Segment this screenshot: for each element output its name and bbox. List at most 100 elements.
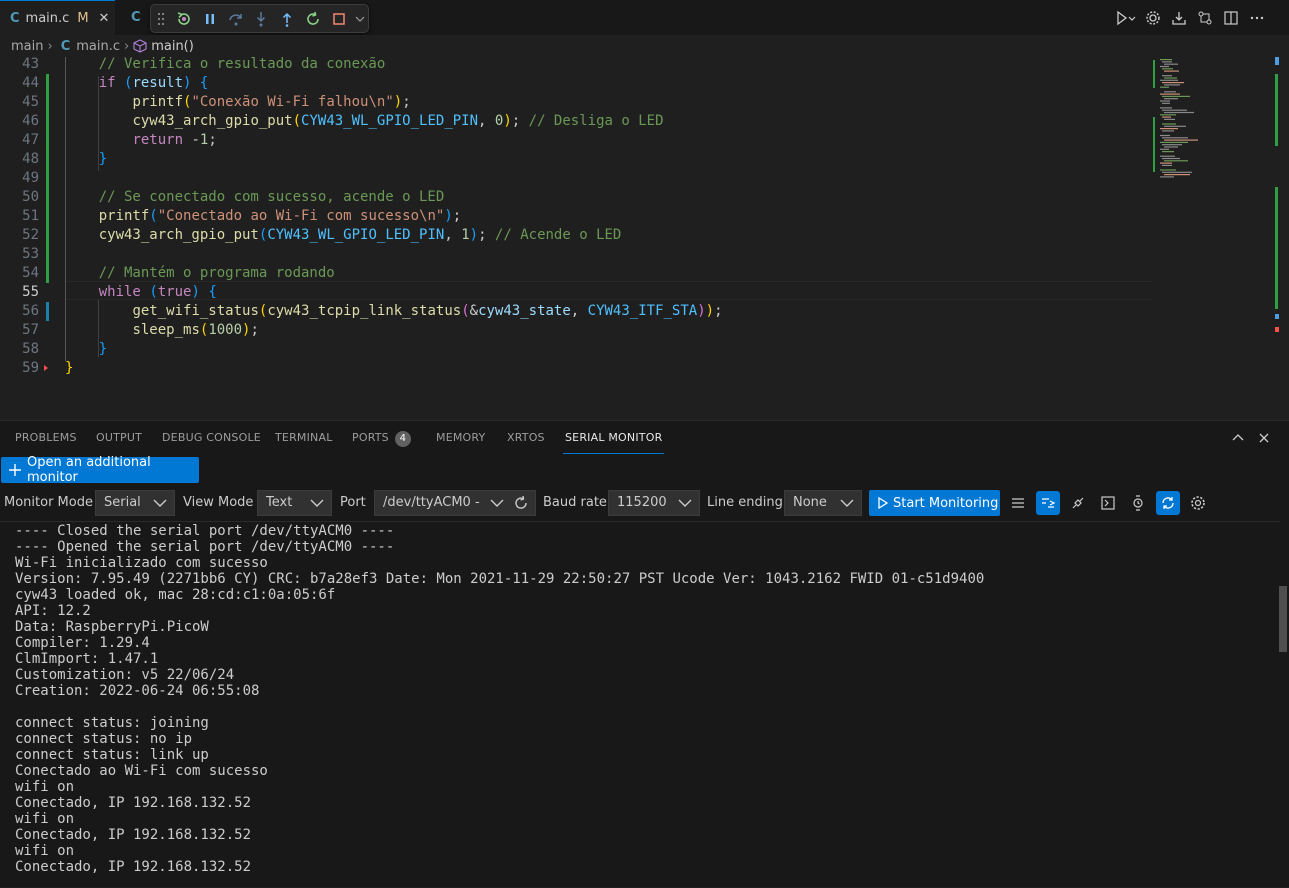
baud-rate-select[interactable]: 115200: [608, 490, 700, 516]
tab-memory[interactable]: MEMORY: [436, 421, 485, 454]
stop-icon[interactable]: [326, 6, 352, 32]
split-editor-icon[interactable]: [1218, 8, 1244, 28]
terminal-icon[interactable]: [1096, 491, 1120, 515]
gear-icon[interactable]: [1140, 8, 1166, 28]
code-line[interactable]: 52 cyw43_arch_gpio_put(CYW43_WL_GPIO_LED…: [0, 226, 1152, 245]
editor-scrollbar[interactable]: [1272, 57, 1289, 420]
serial-output[interactable]: ---- Closed the serial port /dev/ttyACM0…: [0, 521, 1280, 888]
code-line[interactable]: 47 return -1;: [0, 131, 1152, 150]
auto-reconnect-icon[interactable]: [1156, 491, 1180, 515]
output-scrollbar[interactable]: [1279, 586, 1287, 652]
code-text: // Se conectado com sucesso, acende o LE…: [65, 188, 445, 207]
output-line: ---- Opened the serial port /dev/ttyACM0…: [15, 539, 395, 555]
chevron-down-icon: [678, 499, 692, 507]
toggle-timestamp-icon[interactable]: [1036, 491, 1060, 515]
code-token: result: [132, 75, 184, 91]
git-change-marker: [46, 150, 49, 169]
port-select[interactable]: /dev/ttyACM0 -: [374, 490, 536, 516]
code-line[interactable]: 56 get_wifi_status (cyw43_tcpip_link_stat…: [0, 302, 1152, 321]
minimap-line: [1162, 144, 1182, 146]
word-wrap-icon[interactable]: [1006, 491, 1030, 515]
step-over-icon[interactable]: [223, 6, 249, 32]
code-text: return -1;: [65, 131, 216, 150]
maximize-panel-icon[interactable]: [1231, 430, 1245, 449]
code-line[interactable]: 54 // Mantém o programa rodando: [0, 264, 1152, 283]
download-icon[interactable]: [1166, 8, 1192, 28]
code-line[interactable]: 43 // Verifica o resultado da conexão: [0, 55, 1152, 74]
code-line[interactable]: 45 printf("Conexão Wi-Fi falhou\n");: [0, 93, 1152, 112]
reload-icon[interactable]: [300, 6, 326, 32]
minimap-line: [1162, 102, 1170, 104]
breadcrumb-folder[interactable]: main: [11, 39, 43, 54]
close-panel-icon[interactable]: [1257, 430, 1271, 449]
compare-changes-icon[interactable]: [1192, 8, 1218, 28]
code-line[interactable]: 44 if (result) {: [0, 74, 1152, 93]
line-number: 57: [22, 322, 39, 338]
tab-xrtos[interactable]: XRTOS: [507, 421, 545, 454]
line-ending-label: Line ending: [707, 495, 783, 510]
close-icon[interactable]: ✕: [99, 11, 110, 26]
code-token: // Acende o LED: [486, 227, 622, 243]
tab-debug-console[interactable]: DEBUG CONSOLE: [162, 421, 261, 454]
tab-main-c[interactable]: C main.c M ✕: [0, 0, 115, 35]
monitor-mode-label: Monitor Mode: [4, 495, 93, 510]
minimap-line: [1160, 114, 1176, 116]
code-line[interactable]: 59}: [0, 359, 1152, 378]
tab-terminal[interactable]: TERMINAL: [275, 421, 333, 454]
breadcrumb-symbol[interactable]: main(): [151, 39, 194, 54]
code-line[interactable]: 49: [0, 169, 1152, 188]
code-token: {: [199, 75, 209, 91]
breadcrumb-file[interactable]: main.c: [76, 39, 120, 54]
output-line: API: 12.2: [15, 603, 91, 619]
pause-icon[interactable]: [197, 6, 223, 32]
output-line: Conectado, IP 192.168.132.52: [15, 827, 252, 843]
start-monitoring-button[interactable]: Start Monitoring: [869, 490, 1000, 516]
output-line: ClmImport: 1.47.1: [15, 651, 159, 667]
minimap[interactable]: [1152, 57, 1272, 420]
minimap-line: [1160, 107, 1172, 109]
tab-problems[interactable]: PROBLEMS: [15, 421, 77, 454]
output-line: cyw43 loaded ok, mac 28:cd:c1:0a:05:6f: [15, 587, 336, 603]
code-line[interactable]: 57 sleep_ms(1000);: [0, 321, 1152, 340]
code-token: return: [132, 132, 184, 148]
code-editor[interactable]: 43 // Verifica o resultado da conexão 44 …: [0, 55, 1289, 420]
watch-icon[interactable]: [1126, 491, 1150, 515]
drag-handle-icon[interactable]: [151, 6, 171, 32]
code-line[interactable]: 58 }: [0, 340, 1152, 359]
tab-output[interactable]: OUTPUT: [96, 421, 142, 454]
minimap-line: [1164, 91, 1176, 93]
code-line[interactable]: 50 // Se conectado com sucesso, acende o…: [0, 188, 1152, 207]
line-number: 51: [22, 208, 39, 224]
gear-icon[interactable]: [1186, 491, 1210, 515]
step-into-icon[interactable]: [249, 6, 275, 32]
restart-icon[interactable]: [171, 6, 197, 32]
more-actions-icon[interactable]: [1244, 8, 1270, 28]
refresh-icon[interactable]: [513, 495, 529, 511]
panel-tabs: PROBLEMS OUTPUT DEBUG CONSOLE TERMINAL P…: [0, 421, 1289, 454]
run-debug-icon[interactable]: [1110, 8, 1140, 28]
code-text: // Verifica o resultado da conexão: [65, 55, 386, 74]
code-line[interactable]: 53: [0, 245, 1152, 264]
line-ending-select[interactable]: None: [784, 490, 862, 516]
view-mode-select[interactable]: Text: [257, 490, 332, 516]
chevron-down-icon: [840, 499, 854, 507]
code-line[interactable]: 55 while (true) {: [0, 283, 1152, 302]
monitor-mode-select[interactable]: Serial: [95, 490, 175, 516]
tab-ports[interactable]: PORTS 4: [352, 421, 411, 454]
minimap-line: [1162, 75, 1172, 77]
code-line[interactable]: 46 cyw43_arch_gpio_put(CYW43_WL_GPIO_LED…: [0, 112, 1152, 131]
git-change-marker: [46, 245, 49, 264]
minimap-line: [1164, 118, 1175, 120]
chevron-down-icon[interactable]: [352, 6, 368, 32]
step-out-icon[interactable]: [274, 6, 300, 32]
code-line[interactable]: 48 }: [0, 150, 1152, 169]
open-additional-monitor-button[interactable]: Open an additional monitor: [1, 455, 199, 485]
tab-serial-monitor[interactable]: SERIAL MONITOR: [563, 421, 665, 454]
plug-icon[interactable]: [1066, 491, 1090, 515]
code-line[interactable]: 51 printf("Conectado ao Wi-Fi com sucess…: [0, 207, 1152, 226]
baud-rate-label: Baud rate: [543, 495, 607, 510]
code-token: ): [393, 94, 403, 110]
